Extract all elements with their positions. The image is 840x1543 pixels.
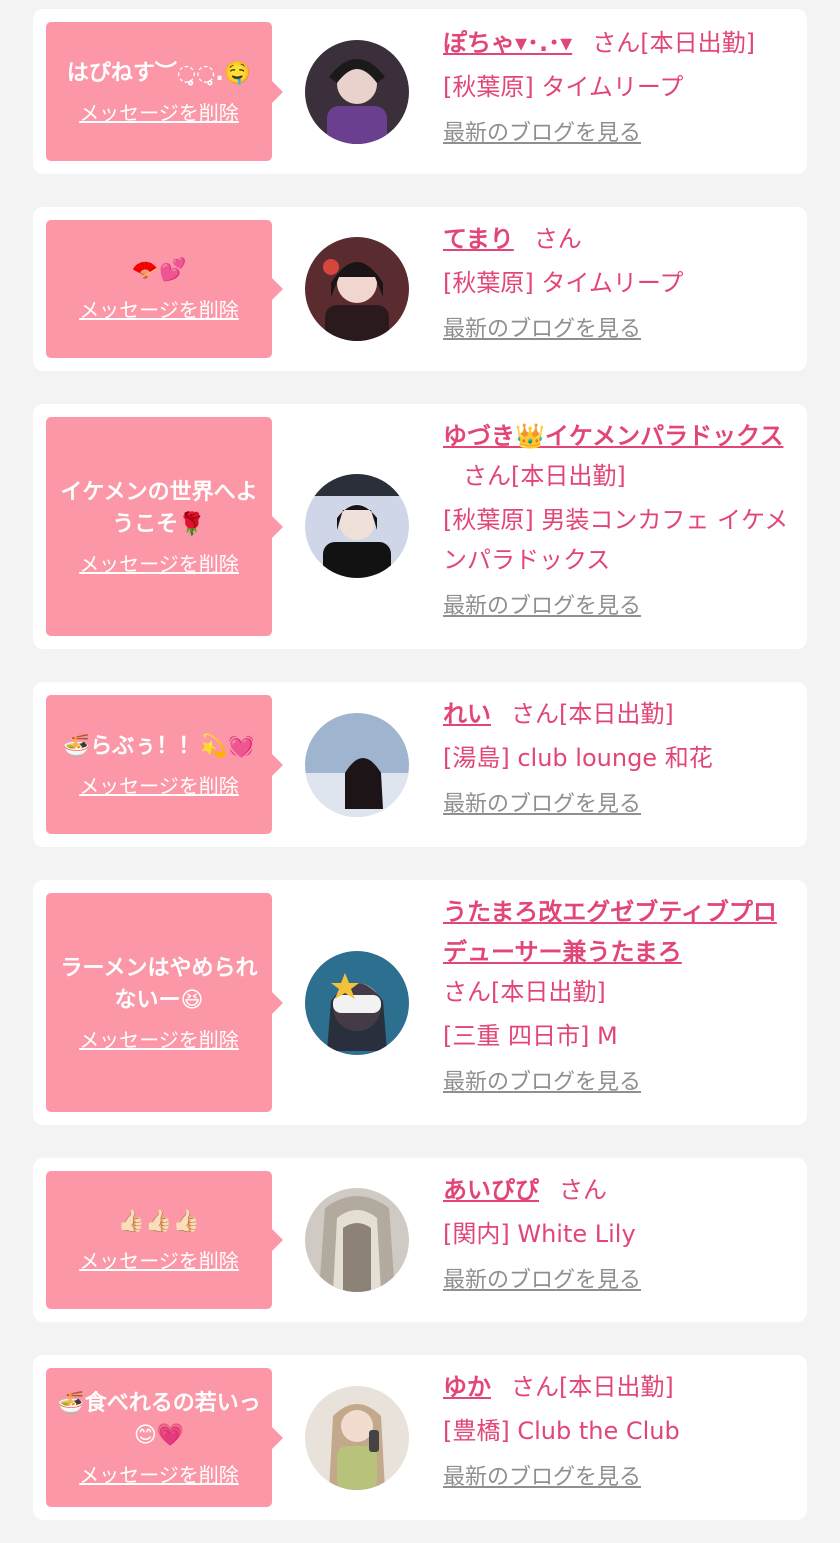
delete-message-link[interactable]: メッセージを削除 xyxy=(79,773,239,799)
message-text: はぴねす︶◌̥̥◌̥.🤤 xyxy=(66,60,252,86)
cast-suffix: さん xyxy=(559,1176,607,1204)
message-card: はぴねす︶◌̥̥◌̥.🤤 メッセージを削除 ぽちゃ▾･.･▾ さん[本日出勤] [… xyxy=(33,9,807,174)
blog-link[interactable]: 最新のブログを見る xyxy=(443,1266,641,1296)
cast-suffix: さん[本日出勤] xyxy=(511,1373,674,1401)
cast-name-link[interactable]: うたまろ改エグゼブティブプロデューサー兼うたまろ xyxy=(443,898,777,966)
message-bubble: 🍜らぶぅ！！💫💓 メッセージを削除 xyxy=(46,695,283,834)
delete-message-link[interactable]: メッセージを削除 xyxy=(79,100,239,126)
shop-name: [豊橋] Club the Club xyxy=(443,1417,680,1445)
avatar[interactable] xyxy=(305,951,409,1055)
avatar-photo xyxy=(305,474,409,578)
delete-message-link[interactable]: メッセージを削除 xyxy=(79,1027,239,1053)
avatar-photo xyxy=(305,713,409,817)
blog-link[interactable]: 最新のブログを見る xyxy=(443,315,641,345)
avatar[interactable] xyxy=(305,474,409,578)
avatar-photo xyxy=(305,1386,409,1490)
avatar[interactable] xyxy=(305,1386,409,1490)
cast-name-link[interactable]: あいぴぴ xyxy=(443,1176,539,1204)
message-text: ラーメンはやめられないー😆 xyxy=(60,955,258,1013)
avatar[interactable] xyxy=(305,1188,409,1292)
delete-message-link[interactable]: メッセージを削除 xyxy=(79,1462,239,1488)
message-text: 👍🏻👍🏻👍🏻 xyxy=(117,1209,201,1234)
message-card: 🪭💕 メッセージを削除 てまり さん [秋葉原] タイムリープ 最新のブログを見る xyxy=(33,207,807,371)
message-card: 🍜食べれるの若いっ😊💗 メッセージを削除 ゆか さん[本日出勤] [豊橋] Clu… xyxy=(33,1355,807,1520)
message-bubble: 🍜食べれるの若いっ😊💗 メッセージを削除 xyxy=(46,1368,283,1507)
delete-message-link[interactable]: メッセージを削除 xyxy=(79,297,239,323)
cast-name-link[interactable]: ゆづき👑イケメンパラドックス xyxy=(443,422,783,450)
cast-suffix: さん[本日出勤] xyxy=(592,29,755,57)
message-bubble: はぴねす︶◌̥̥◌̥.🤤 メッセージを削除 xyxy=(46,22,283,161)
blog-link[interactable]: 最新のブログを見る xyxy=(443,119,641,149)
cast-name-link[interactable]: れい xyxy=(443,700,491,728)
message-card: 🍜らぶぅ！！💫💓 メッセージを削除 れい さん[本日出勤] [湯島] club l… xyxy=(33,682,807,847)
message-text: 🪭💕 xyxy=(131,258,187,283)
avatar[interactable] xyxy=(305,713,409,817)
shop-name: [湯島] club lounge 和花 xyxy=(443,744,713,772)
shop-name: [関内] White Lily xyxy=(443,1220,636,1248)
cast-suffix: さん[本日出勤] xyxy=(511,700,674,728)
shop-name: [秋葉原] タイムリープ xyxy=(443,269,684,297)
delete-message-link[interactable]: メッセージを削除 xyxy=(79,551,239,577)
avatar[interactable] xyxy=(305,40,409,144)
blog-link[interactable]: 最新のブログを見る xyxy=(443,790,641,820)
message-card: 👍🏻👍🏻👍🏻 メッセージを削除 あいぴぴ さん [関内] White Lily 最… xyxy=(33,1158,807,1322)
cast-suffix: さん[本日出勤] xyxy=(443,978,606,1006)
message-text: 🍜食べれるの若いっ😊💗 xyxy=(57,1390,261,1448)
cast-name-link[interactable]: ぽちゃ▾･.･▾ xyxy=(443,29,572,57)
avatar-photo xyxy=(305,951,409,1055)
delete-message-link[interactable]: メッセージを削除 xyxy=(79,1248,239,1274)
message-list: はぴねす︶◌̥̥◌̥.🤤 メッセージを削除 ぽちゃ▾･.･▾ さん[本日出勤] [… xyxy=(0,0,840,1543)
shop-name: [秋葉原] 男装コンカフェ イケメンパラドックス xyxy=(443,506,789,574)
avatar[interactable] xyxy=(305,237,409,341)
avatar-photo xyxy=(305,237,409,341)
blog-link[interactable]: 最新のブログを見る xyxy=(443,592,641,622)
avatar-photo xyxy=(305,40,409,144)
message-bubble: 🪭💕 メッセージを削除 xyxy=(46,220,283,358)
shop-name: [秋葉原] タイムリープ xyxy=(443,73,684,101)
message-bubble: 👍🏻👍🏻👍🏻 メッセージを削除 xyxy=(46,1171,283,1309)
cast-name-link[interactable]: ゆか xyxy=(443,1373,491,1401)
message-bubble: ラーメンはやめられないー😆 メッセージを削除 xyxy=(46,893,283,1112)
message-text: イケメンの世界へようこそ🌹 xyxy=(60,479,258,537)
cast-suffix: さん xyxy=(533,225,582,253)
cast-name-link[interactable]: てまり xyxy=(443,225,514,253)
message-text: 🍜らぶぅ！！💫💓 xyxy=(62,733,256,759)
avatar-photo xyxy=(305,1188,409,1292)
message-card: イケメンの世界へようこそ🌹 メッセージを削除 ゆづき👑イケメンパラドックスさん[… xyxy=(33,404,807,649)
shop-name: [三重 四日市] M xyxy=(443,1022,618,1050)
cast-suffix: さん[本日出勤] xyxy=(463,462,626,490)
blog-link[interactable]: 最新のブログを見る xyxy=(443,1463,641,1493)
blog-link[interactable]: 最新のブログを見る xyxy=(443,1068,641,1098)
message-bubble: イケメンの世界へようこそ🌹 メッセージを削除 xyxy=(46,417,283,636)
message-card: ラーメンはやめられないー😆 メッセージを削除 うたまろ改エグゼブティブプロデュー… xyxy=(33,880,807,1125)
